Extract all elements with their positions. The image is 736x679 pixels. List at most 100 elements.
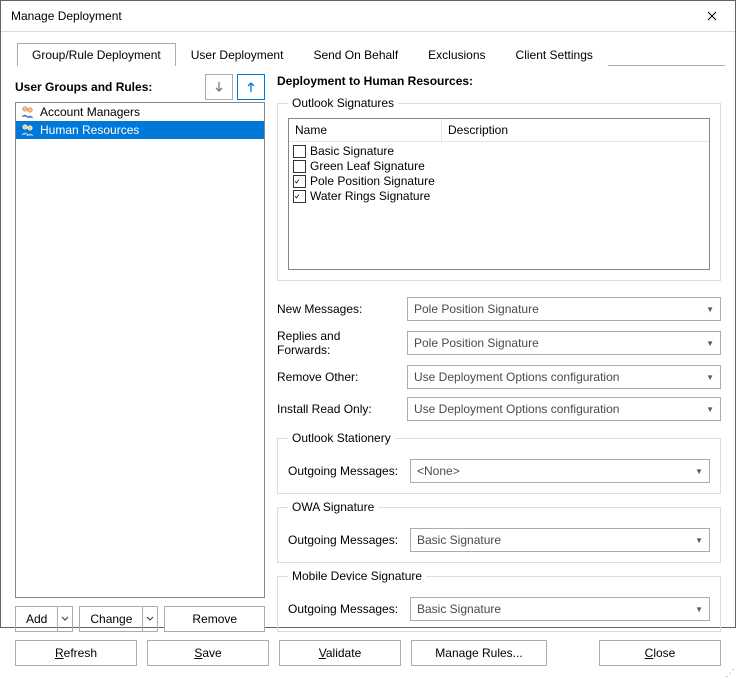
tab-client-settings[interactable]: Client Settings xyxy=(501,43,608,66)
group-item-label: Account Managers xyxy=(40,105,140,119)
resize-grip[interactable]: ⋰ xyxy=(725,668,733,679)
main-area: User Groups and Rules: xyxy=(11,74,725,632)
button-label: Manage Rules... xyxy=(435,646,522,660)
move-up-button[interactable] xyxy=(237,74,265,100)
col-name[interactable]: Name xyxy=(289,119,442,141)
owa-outgoing-label: Outgoing Messages: xyxy=(288,533,400,547)
mobile-signature-legend: Mobile Device Signature xyxy=(288,569,426,583)
signature-row[interactable]: Basic Signature xyxy=(293,144,705,158)
chevron-down-icon: ▼ xyxy=(706,339,714,348)
chevron-down-icon: ▼ xyxy=(706,305,714,314)
signature-row[interactable]: Water Rings Signature xyxy=(293,189,705,203)
remove-other-combo[interactable]: Use Deployment Options configuration ▼ xyxy=(407,365,721,389)
mobile-outgoing-label: Outgoing Messages: xyxy=(288,602,400,616)
signature-name: Green Leaf Signature xyxy=(310,159,425,173)
owa-outgoing-combo[interactable]: Basic Signature ▼ xyxy=(410,528,710,552)
combo-value: Use Deployment Options configuration xyxy=(414,402,619,416)
tab-exclusions[interactable]: Exclusions xyxy=(413,43,500,66)
check-icon xyxy=(294,191,300,202)
checkbox[interactable] xyxy=(293,145,306,158)
outlook-stationery-group: Outlook Stationery Outgoing Messages: <N… xyxy=(277,431,721,494)
add-button-label: Add xyxy=(26,612,47,626)
people-icon xyxy=(20,104,36,120)
remove-button[interactable]: Remove xyxy=(164,606,265,632)
add-button[interactable]: Add xyxy=(15,606,73,632)
group-item-account-managers[interactable]: Account Managers xyxy=(16,103,264,121)
chevron-down-icon: ▼ xyxy=(695,605,703,614)
tab-group-rule-deployment[interactable]: Group/Rule Deployment xyxy=(17,43,176,66)
signatures-list-header: Name Description xyxy=(289,119,709,142)
manage-deployment-window: Manage Deployment Group/Rule Deployment … xyxy=(0,0,736,628)
close-button[interactable]: Close xyxy=(599,640,721,666)
change-button-dropdown[interactable] xyxy=(143,607,157,631)
close-icon[interactable] xyxy=(689,1,735,31)
change-button[interactable]: Change xyxy=(79,606,158,632)
window-title: Manage Deployment xyxy=(11,9,122,23)
new-messages-label: New Messages: xyxy=(277,302,397,316)
combo-value: Basic Signature xyxy=(417,602,501,616)
add-button-dropdown[interactable] xyxy=(58,607,72,631)
tabs: Group/Rule Deployment User Deployment Se… xyxy=(17,42,725,66)
group-item-human-resources[interactable]: Human Resources xyxy=(16,121,264,139)
chevron-down-icon xyxy=(61,615,69,623)
checkbox[interactable] xyxy=(293,190,306,203)
chevron-down-icon xyxy=(146,615,154,623)
owa-signature-group: OWA Signature Outgoing Messages: Basic S… xyxy=(277,500,721,563)
titlebar: Manage Deployment xyxy=(1,1,735,32)
save-button[interactable]: Save xyxy=(147,640,269,666)
install-ro-label: Install Read Only: xyxy=(277,402,397,416)
remove-other-label: Remove Other: xyxy=(277,370,397,384)
signatures-list[interactable]: Name Description Basic Signature Green L… xyxy=(288,118,710,270)
stationery-outgoing-label: Outgoing Messages: xyxy=(288,464,400,478)
tab-send-on-behalf[interactable]: Send On Behalf xyxy=(298,43,413,66)
refresh-button[interactable]: Refresh xyxy=(15,640,137,666)
chevron-down-icon: ▼ xyxy=(706,405,714,414)
install-ro-combo[interactable]: Use Deployment Options configuration ▼ xyxy=(407,397,721,421)
signature-row[interactable]: Green Leaf Signature xyxy=(293,159,705,173)
checkbox[interactable] xyxy=(293,175,306,188)
outlook-signatures-legend: Outlook Signatures xyxy=(288,96,398,110)
chevron-down-icon: ▼ xyxy=(695,536,703,545)
chevron-down-icon: ▼ xyxy=(706,373,714,382)
button-label: Refresh xyxy=(55,646,97,660)
combo-value: Use Deployment Options configuration xyxy=(414,370,619,384)
right-pane: Deployment to Human Resources: Outlook S… xyxy=(277,74,721,632)
stationery-outgoing-combo[interactable]: <None> ▼ xyxy=(410,459,710,483)
user-groups-title: User Groups and Rules: xyxy=(15,80,152,94)
col-description[interactable]: Description xyxy=(442,119,709,141)
replies-combo[interactable]: Pole Position Signature ▼ xyxy=(407,331,721,355)
checkbox[interactable] xyxy=(293,160,306,173)
tab-user-deployment[interactable]: User Deployment xyxy=(176,43,299,66)
manage-rules-button[interactable]: Manage Rules... xyxy=(411,640,547,666)
arrow-down-icon xyxy=(213,81,225,93)
people-icon xyxy=(20,122,36,138)
button-label: Close xyxy=(645,646,676,660)
bottom-bar: Refresh Save Validate Manage Rules... Cl… xyxy=(11,640,725,666)
check-icon xyxy=(294,176,300,187)
groups-list[interactable]: Account Managers Human Resources xyxy=(15,102,265,598)
combo-value: Pole Position Signature xyxy=(414,336,539,350)
button-label: Save xyxy=(194,646,221,660)
validate-button[interactable]: Validate xyxy=(279,640,401,666)
outlook-signatures-group: Outlook Signatures Name Description Basi… xyxy=(277,96,721,281)
chevron-down-icon: ▼ xyxy=(695,467,703,476)
mobile-outgoing-combo[interactable]: Basic Signature ▼ xyxy=(410,597,710,621)
deployment-title: Deployment to Human Resources: xyxy=(277,74,721,88)
combo-value: Pole Position Signature xyxy=(414,302,539,316)
replies-label: Replies and Forwards: xyxy=(277,329,397,357)
owa-signature-legend: OWA Signature xyxy=(288,500,378,514)
change-button-label: Change xyxy=(90,612,132,626)
combo-value: <None> xyxy=(417,464,460,478)
button-label: Validate xyxy=(319,646,362,660)
move-down-button[interactable] xyxy=(205,74,233,100)
outlook-stationery-legend: Outlook Stationery xyxy=(288,431,395,445)
signature-name: Pole Position Signature xyxy=(310,174,435,188)
signature-settings: New Messages: Pole Position Signature ▼ … xyxy=(277,291,721,421)
arrow-up-icon xyxy=(245,81,257,93)
new-messages-combo[interactable]: Pole Position Signature ▼ xyxy=(407,297,721,321)
combo-value: Basic Signature xyxy=(417,533,501,547)
signature-row[interactable]: Pole Position Signature xyxy=(293,174,705,188)
left-pane: User Groups and Rules: xyxy=(15,74,265,632)
signature-name: Water Rings Signature xyxy=(310,189,430,203)
mobile-signature-group: Mobile Device Signature Outgoing Message… xyxy=(277,569,721,632)
